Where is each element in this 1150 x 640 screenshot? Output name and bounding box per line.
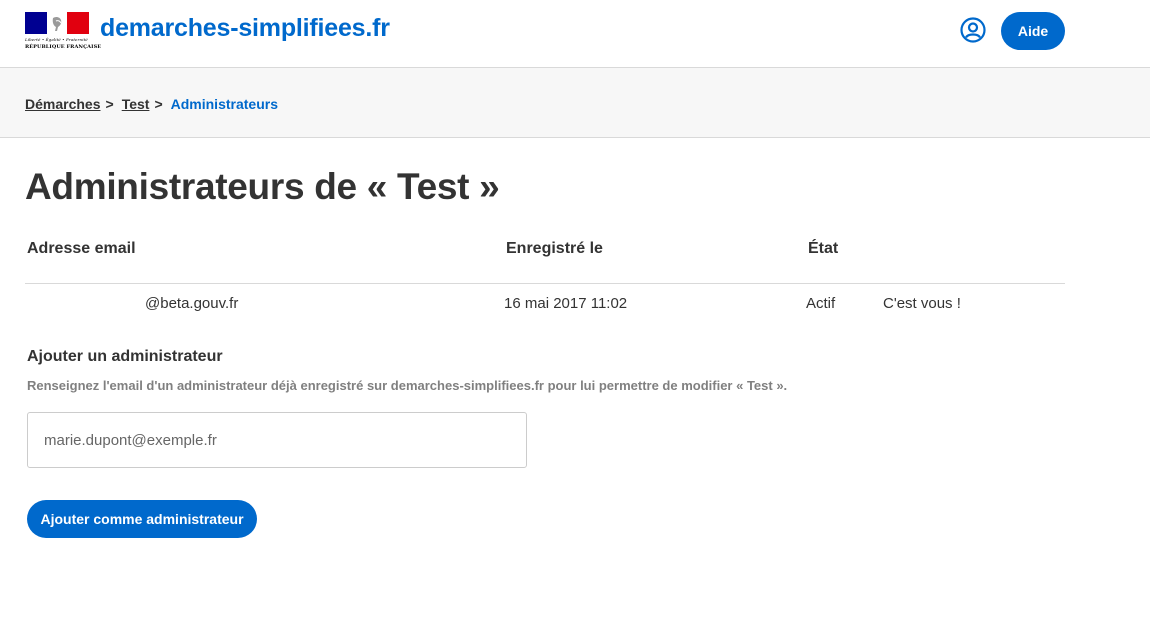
cell-state: Actif <box>806 295 836 312</box>
user-circle-icon[interactable] <box>960 17 986 43</box>
republic-name: RÉPUBLIQUE FRANÇAISE <box>25 44 102 50</box>
breadcrumb-item-test[interactable]: Test <box>122 96 150 112</box>
breadcrumb-separator: > <box>105 96 114 112</box>
column-header-email: Adresse email <box>27 240 136 257</box>
republic-motto: Liberté • Égalité • Fraternité <box>25 37 88 42</box>
cell-current-user-note: C'est vous ! <box>883 295 961 312</box>
marianne-logo[interactable]: Liberté • Égalité • Fraternité RÉPUBLIQU… <box>25 12 102 52</box>
site-header: Liberté • Égalité • Fraternité RÉPUBLIQU… <box>0 0 1150 68</box>
table-row: @beta.gouv.fr 16 mai 2017 11:02 Actif C'… <box>25 284 1065 324</box>
cell-email: @beta.gouv.fr <box>145 295 239 312</box>
admin-email-input[interactable] <box>27 412 527 468</box>
breadcrumb-current: Administrateurs <box>170 96 278 112</box>
cell-date: 16 mai 2017 11:02 <box>504 295 628 312</box>
french-flag-icon <box>25 12 89 34</box>
add-admin-title: Ajouter un administrateur <box>27 348 223 365</box>
add-admin-help-text: Renseignez l'email d'un administrateur d… <box>27 378 788 393</box>
site-title-link[interactable]: demarches-simplifiees.fr <box>100 14 390 43</box>
breadcrumb: Démarches > Test > Administrateurs <box>25 96 278 112</box>
column-header-state: État <box>808 240 839 257</box>
column-header-date: Enregistré le <box>506 240 603 257</box>
breadcrumb-bar: Démarches > Test > Administrateurs <box>0 68 1150 138</box>
page-title: Administrateurs de « Test » <box>25 166 500 207</box>
help-button[interactable]: Aide <box>1001 12 1065 50</box>
add-admin-button[interactable]: Ajouter comme administrateur <box>27 500 257 538</box>
breadcrumb-separator: > <box>154 96 163 112</box>
breadcrumb-item-demarches[interactable]: Démarches <box>25 96 101 112</box>
